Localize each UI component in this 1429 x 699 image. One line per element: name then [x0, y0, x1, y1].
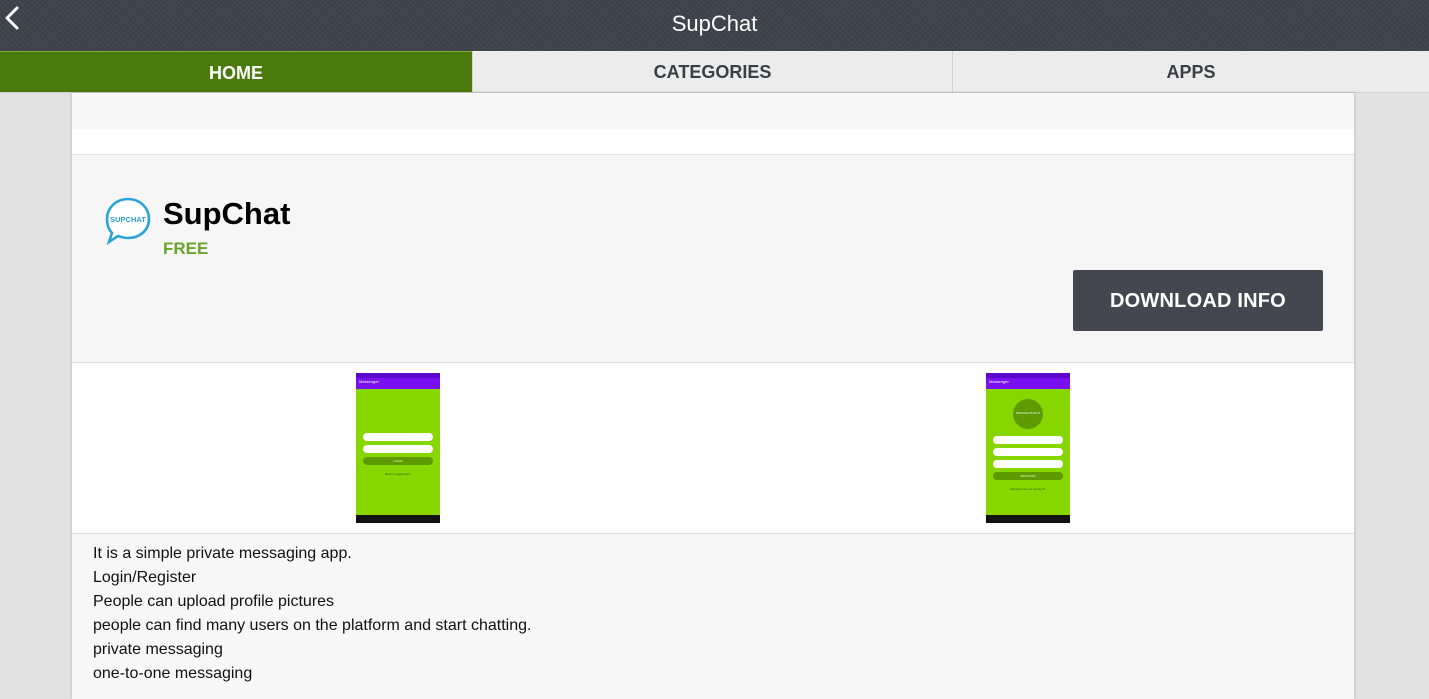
email-field	[993, 448, 1063, 456]
register-button-label: REGISTER	[1020, 474, 1036, 478]
password-field	[363, 445, 433, 453]
login-link: Already have an account?	[1010, 487, 1046, 491]
email-field	[363, 433, 433, 441]
screenshots-gallery: Messenger LOGIN Back to registration Mes…	[72, 363, 1354, 534]
description-line: It is a simple private messaging app.	[93, 545, 352, 562]
description-line: private messaging	[93, 641, 223, 658]
app-name: SupChat	[163, 196, 291, 231]
page-title: SupChat	[671, 11, 758, 36]
app-price: FREE	[163, 239, 209, 258]
app-detail-panel: SUPCHAT SupChat FREE DOWNLOAD INFO Messe…	[72, 93, 1354, 699]
app-header: SUPCHAT SupChat FREE DOWNLOAD INFO	[72, 155, 1354, 363]
description-line: Login/Register	[93, 569, 197, 586]
description-line: one-to-one messaging	[93, 665, 253, 682]
app-bar-title: Messenger	[359, 379, 379, 384]
download-info-button[interactable]: DOWNLOAD INFO	[1073, 270, 1323, 331]
username-field	[993, 436, 1063, 444]
registration-link: Back to registration	[385, 472, 411, 476]
tab-home[interactable]: HOME	[0, 51, 472, 92]
description-line: people can find many users on the platfo…	[93, 617, 532, 634]
nav-bar	[356, 515, 440, 523]
app-logo-text: SUPCHAT	[110, 215, 146, 224]
screenshot-login[interactable]: Messenger LOGIN Back to registration	[356, 373, 440, 523]
nav-bar	[986, 515, 1070, 523]
tab-categories[interactable]: CATEGORIES	[472, 51, 953, 92]
screenshot-register[interactable]: Messenger PROFILE PHOTO REGISTER Already…	[986, 373, 1070, 523]
tab-apps[interactable]: APPS	[953, 51, 1429, 92]
ad-slot	[72, 93, 1354, 130]
app-logo-icon: SUPCHAT	[105, 197, 151, 246]
profile-photo-label: PROFILE PHOTO	[1015, 411, 1041, 415]
tab-bar: HOME CATEGORIES APPS	[0, 51, 1429, 93]
app-bar-title: Messenger	[989, 379, 1009, 384]
spacer-band	[72, 129, 1354, 155]
description-line: People can upload profile pictures	[93, 593, 335, 610]
password-field	[993, 460, 1063, 468]
top-bar: SupChat	[0, 0, 1429, 51]
login-button-label: LOGIN	[393, 459, 403, 463]
app-description: It is a simple private messaging app. Lo…	[72, 534, 1354, 699]
